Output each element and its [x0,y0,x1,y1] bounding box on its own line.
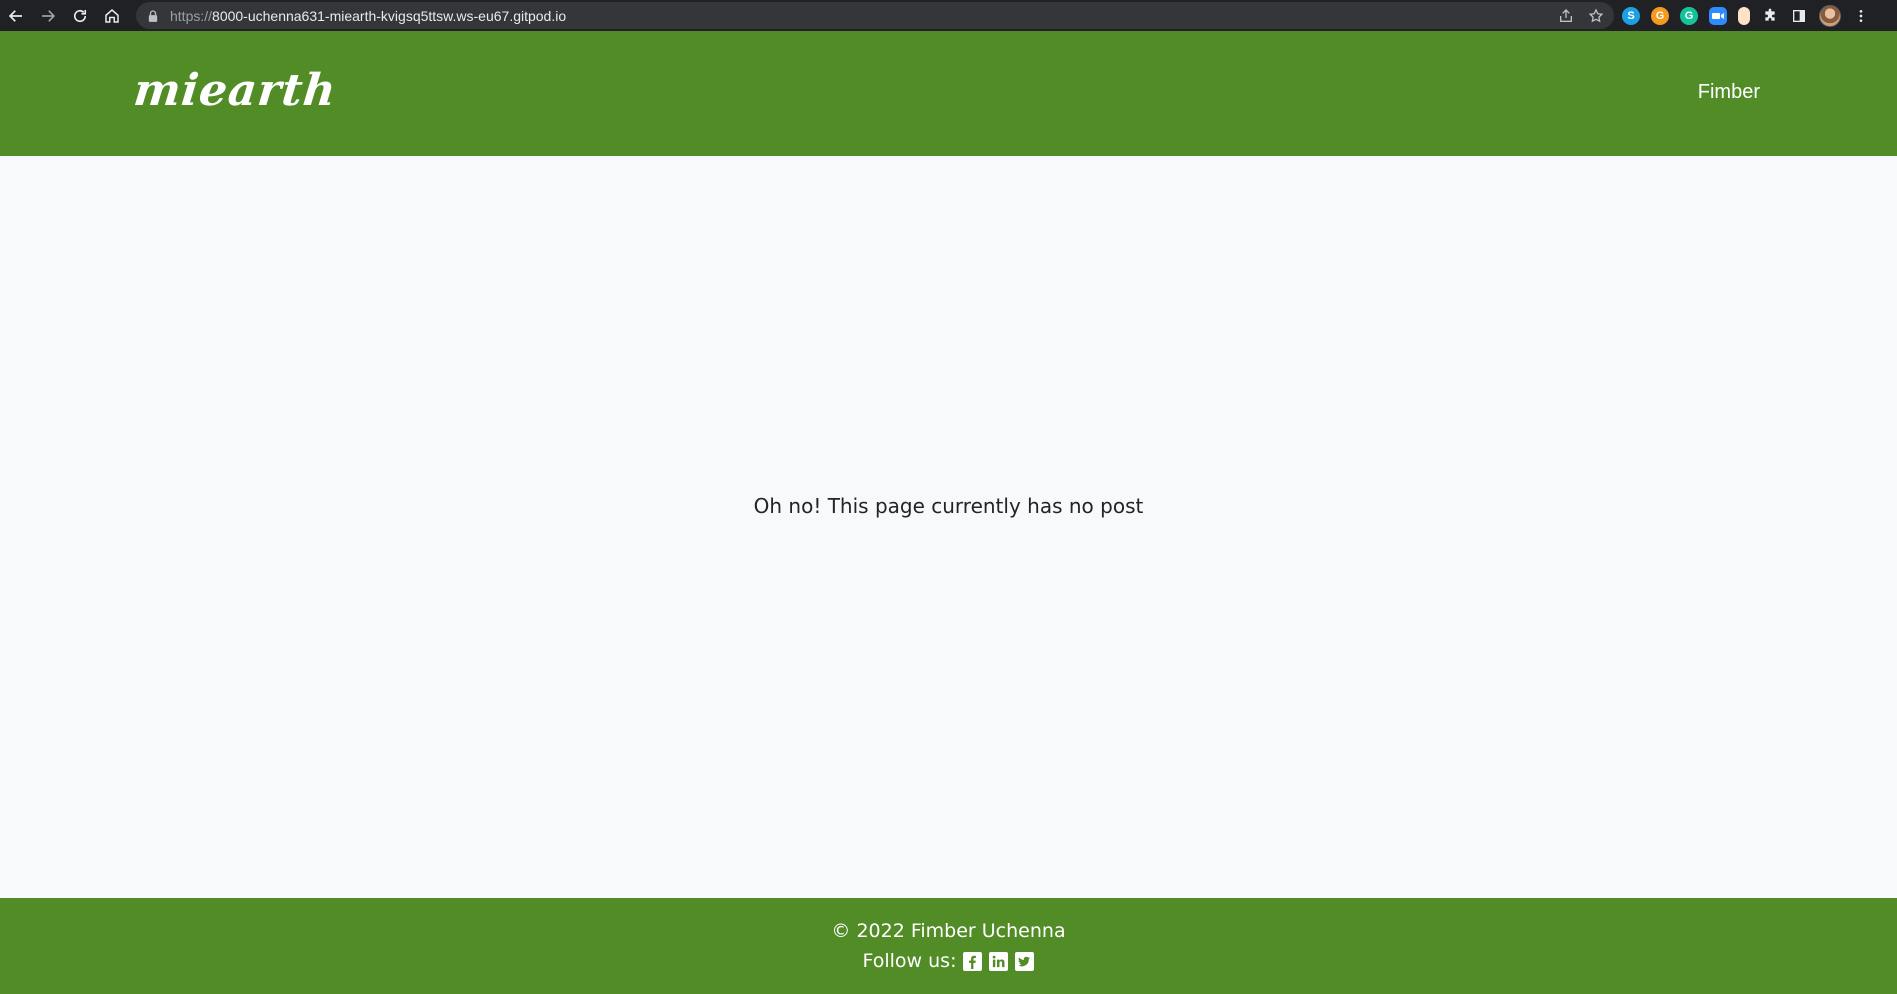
grammarly-extension-icon[interactable]: G [1680,6,1698,25]
url-text[interactable]: https://8000-uchenna631-miearth-kvigsq5t… [170,8,566,24]
extensions-bar: S G G [1622,0,1870,31]
main-content: Oh no! This page currently has no post [0,156,1897,898]
linkedin-icon[interactable] [989,951,1009,971]
back-button[interactable] [0,0,32,31]
skype-extension-icon[interactable]: S [1622,6,1640,25]
address-bar[interactable]: https://8000-uchenna631-miearth-kvigsq5t… [136,2,1614,29]
address-bar-actions [1558,2,1604,29]
url-host: 8000-uchenna631-miearth-kvigsq5ttsw.ws-e… [212,7,567,24]
extensions-puzzle-icon[interactable] [1761,7,1779,25]
profile-avatar[interactable] [1819,4,1841,27]
follow-us-row: Follow us: [0,950,1897,972]
arrow-left-icon [8,9,22,22]
site-footer: © 2022 Fimber Uchenna Follow us: [0,898,1897,994]
browser-toolbar: https://8000-uchenna631-miearth-kvigsq5t… [0,0,1897,31]
forward-button[interactable] [32,0,64,31]
facebook-icon[interactable] [963,951,983,971]
cup-extension-icon[interactable] [1738,6,1750,25]
lock-icon [148,9,160,23]
home-button[interactable] [96,0,128,31]
twitter-icon[interactable] [1015,951,1035,971]
site-header: miearth Fimber [0,31,1897,156]
zoom-extension-icon[interactable] [1709,6,1727,25]
home-icon [105,8,119,23]
side-panel-icon[interactable] [1790,7,1808,25]
reload-icon [73,9,87,22]
brand-logo[interactable]: miearth [131,65,339,116]
share-icon[interactable] [1558,8,1574,24]
copyright-text: © 2022 Fimber Uchenna [831,920,1066,942]
bookmark-star-icon[interactable] [1588,7,1604,24]
url-scheme: https:// [170,7,213,24]
gram-extension-icon[interactable]: G [1651,6,1669,25]
follow-label: Follow us: [862,950,957,972]
arrow-right-icon [42,9,56,22]
reload-button[interactable] [64,0,96,31]
nav-user-link[interactable]: Fimber [1698,81,1760,104]
browser-menu-icon[interactable] [1852,7,1870,25]
empty-state-message: Oh no! This page currently has no post [753,494,1144,518]
